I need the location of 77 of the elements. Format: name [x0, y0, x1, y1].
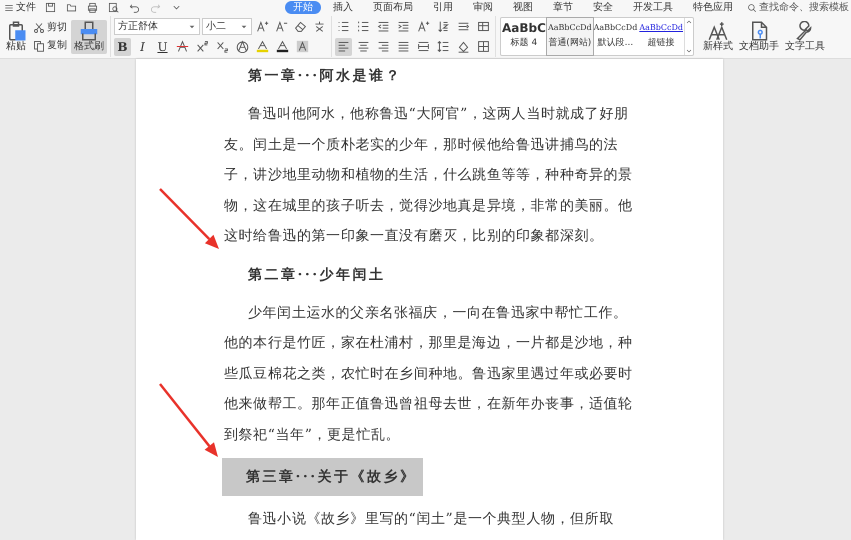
body-paragraph: 鲁迅叫他阿水，他称鲁迅“大阿官”，这两人当时就成了好朋友。闰土是一个质朴老实的少年，那时候他给鲁迅讲捕鸟的法子，讲沙地里动物和植物的生活，什么跳鱼等等，种种奇异的景物，这在城里的孩子听去，觉得沙地真是异境，非常的美丽。他这时给鲁迅的第一印象一直没有磨灭，比别的印象都深刻。 [224, 105, 634, 246]
body-paragraph: 鲁迅小说《故乡》里写的“闰土”是一个典型人物，但所取 [247, 510, 615, 529]
superscript-icon [196, 40, 209, 53]
style-item[interactable]: AaBbC 标题 4 [501, 18, 547, 55]
shading-icon [457, 40, 470, 53]
style-item[interactable]: AaBbCcDd 普通(网站) [546, 18, 593, 55]
chapter-heading: 第一章···阿水是谁？ [247, 66, 404, 86]
strikethrough-icon [176, 40, 189, 53]
text-tools-button[interactable]: 文字工具 [783, 20, 827, 54]
font-family-field[interactable]: 方正舒体 [114, 18, 200, 35]
style-item[interactable]: AaBbCcDd 超链接 [638, 18, 684, 55]
search-icon [747, 2, 757, 12]
increase-indent-icon [397, 20, 410, 33]
scissors-icon [33, 22, 45, 34]
distribute-icon [417, 40, 430, 53]
copy-icon [33, 40, 45, 52]
highlighter-icon [256, 40, 269, 53]
search-field[interactable]: 查找命令、搜索模板 [745, 1, 851, 14]
clipboard-icon [6, 20, 26, 40]
justify-icon [397, 40, 410, 53]
character-spacing-icon [417, 20, 430, 33]
scroll-up-icon [685, 18, 693, 26]
table-icon [477, 20, 490, 33]
text-outline-icon [236, 40, 249, 53]
align-left-button[interactable] [335, 38, 352, 56]
menu-icon [4, 2, 14, 12]
ribbon-tab[interactable]: 引用 [425, 1, 461, 14]
cut-button[interactable]: 剪切 [31, 18, 69, 36]
text-direction-icon [457, 20, 470, 33]
chapter-heading: 第二章···少年闰土 [247, 266, 387, 284]
folder-icon [66, 2, 77, 13]
paintbrush-icon [79, 20, 99, 40]
style-item[interactable]: AaBbCcDd 默认段... [592, 18, 638, 55]
copy-button[interactable]: 复制 [31, 36, 69, 54]
sort-icon [437, 20, 450, 33]
preview-icon [108, 2, 119, 13]
ribbon-tab[interactable]: 开发工具 [625, 1, 681, 14]
bold-button[interactable]: B [114, 38, 131, 56]
body-paragraph: 少年闰土运水的父亲名张福庆，一向在鲁迅家中帮忙工作。他的本行是竹匠，家在杜浦村，那里是海边，一片都是沙地，种些瓜豆棉花之类，农忙时在乡间种地。鲁迅家里遇过年或必要时他来做帮工。那年正值鲁迅曾祖母去世，在新年办丧事，适值轮到祭祀“当年”，更是忙乱。 [224, 304, 634, 444]
print-icon [87, 2, 98, 13]
numbered-list-icon [357, 20, 370, 33]
subscript-icon [216, 40, 229, 53]
ribbon-tab[interactable]: 页面布局 [365, 1, 421, 14]
align-left-icon [337, 40, 350, 53]
document-assistant-button[interactable]: 文档助手 [737, 20, 781, 54]
underline-button[interactable]: U [154, 38, 171, 56]
borders-icon [477, 40, 490, 53]
format-painter-button[interactable]: 格式刷 [71, 20, 107, 54]
save-icon [45, 2, 56, 13]
ribbon-tab[interactable]: 审阅 [465, 1, 501, 14]
phonetic-guide-icon [313, 20, 326, 33]
ribbon-tab[interactable]: 章节 [545, 1, 581, 14]
file-menu[interactable]: 文件 [2, 0, 38, 16]
ribbon-tab[interactable]: 视图 [505, 1, 541, 14]
new-style-button[interactable]: 新样式 [701, 20, 735, 54]
shrink-font-icon [275, 20, 288, 33]
font-size-field[interactable]: 小二 [202, 18, 252, 35]
ribbon-tab[interactable]: 特色应用 [685, 1, 741, 14]
ribbon-tab[interactable]: 插入 [325, 1, 361, 14]
paste-button[interactable]: 粘贴 [3, 20, 29, 54]
document-icon [749, 20, 769, 40]
ribbon-tab[interactable]: 安全 [585, 1, 621, 14]
line-spacing-icon [437, 40, 450, 53]
undo-icon [129, 2, 140, 13]
character-shading-icon [296, 40, 309, 53]
expand-icon [685, 47, 693, 55]
align-right-icon [377, 40, 390, 53]
chapter-heading: 第三章···关于《故乡》 [222, 458, 423, 496]
align-center-icon [357, 40, 370, 53]
italic-button[interactable]: I [134, 38, 151, 56]
decrease-indent-icon [377, 20, 390, 33]
grow-font-icon [256, 20, 269, 33]
letters-icon [708, 20, 728, 40]
redo-icon [150, 2, 161, 13]
font-color-icon [276, 40, 289, 53]
annotation-arrow [159, 188, 219, 249]
clear-format-icon [294, 20, 307, 33]
